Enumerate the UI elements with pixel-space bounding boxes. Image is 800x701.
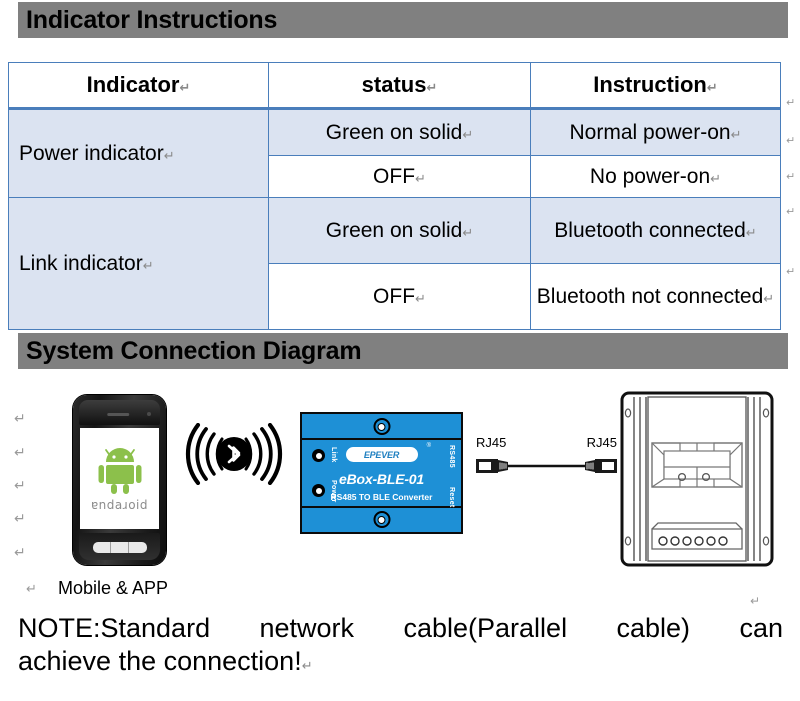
epever-brand-label: EPEVER [363, 449, 400, 460]
note-line-1: NOTE:Standard network cable(Parallel cab… [18, 613, 783, 643]
paragraph-mark-icon: ↵ [14, 511, 26, 527]
system-connection-diagram: ↵ ↵ ↵ ↵ ↵ ɐndaɹoid Link Power RS485 Rese… [0, 375, 800, 598]
phone-camera-icon [147, 412, 151, 416]
phone-top-bezel [79, 400, 160, 425]
indicator-instructions-table: Indicator↵ status↵ Instruction↵ Power in… [8, 62, 781, 330]
cell-instruction-link-on: Bluetooth connected↵ [530, 197, 781, 264]
paragraph-mark-icon: ↵ [426, 80, 438, 96]
note-text: NOTE:Standard network cable(Parallel cab… [18, 612, 783, 678]
paragraph-mark-icon: ↵ [301, 658, 313, 674]
cell-instruction-link-off-label: Bluetooth not connected [536, 284, 764, 308]
mobile-app-caption: Mobile & APP [58, 578, 169, 598]
note-line-2: achieve the connection!↵ [18, 645, 783, 678]
cell-instruction-power-on: Normal power-on↵ [530, 108, 781, 156]
cell-instruction-power-off: No power-on↵ [530, 155, 781, 198]
android-robot-icon [98, 447, 141, 494]
column-header-indicator-label: Indicator [86, 71, 180, 97]
phone-home-keys [92, 542, 147, 553]
phone-key [93, 542, 111, 553]
cell-indicator-power: Power indicator↵ [8, 108, 269, 198]
cell-instruction-link-on-label: Bluetooth connected [554, 218, 746, 242]
rj45-cable-illustration: RJ45 RJ45 [474, 435, 619, 485]
converter-divider-top [302, 438, 461, 440]
paragraph-mark-icon: ↵ [14, 545, 26, 561]
table-row: Link indicator↵ Green on solid↵ Bluetoot… [8, 197, 781, 330]
paragraph-mark-icon: ↵ [142, 258, 154, 274]
column-header-indicator: Indicator↵ [8, 62, 269, 110]
cell-status-link-off: OFF↵ [268, 263, 531, 330]
phone-key [129, 542, 146, 553]
paragraph-mark-icon: ↵ [462, 225, 474, 241]
column-header-instruction-label: Instruction [593, 71, 707, 97]
column-header-instruction: Instruction↵ [530, 62, 781, 110]
cell-instruction-power-off-label: No power-on [589, 164, 711, 188]
paragraph-mark-icon: ↵ [462, 127, 474, 143]
column-header-status: status↵ [268, 62, 531, 110]
cell-status-link-on: Green on solid↵ [268, 197, 531, 264]
link-led-label: Link [330, 447, 337, 463]
column-header-status-label: status [361, 71, 427, 97]
cell-status-power-on: Green on solid↵ [268, 108, 531, 156]
cell-status-power-off-label: OFF [373, 164, 416, 188]
phone-key [111, 542, 130, 553]
solar-charge-controller-icon [620, 391, 774, 567]
row-end-mark-icon: ↵ [786, 134, 796, 147]
row-end-mark-icon: ↵ [786, 265, 796, 278]
cell-status-link-on-label: Green on solid [325, 218, 463, 242]
android-wordmark: ɐndaɹoid [90, 497, 149, 512]
converter-screw-icon [373, 511, 390, 528]
paragraph-mark-icon: ↵ [163, 148, 175, 164]
row-end-mark-icon: ↵ [786, 170, 796, 183]
paragraph-mark-icon: ↵ [706, 80, 718, 96]
rs485-port-label: RS485 [448, 445, 455, 468]
epever-logo: EPEVER [345, 447, 418, 462]
trademark-symbol: ® [426, 443, 431, 449]
cell-instruction-link-off: Bluetooth not connected↵ [530, 263, 781, 330]
network-cable-icon [476, 459, 617, 473]
converter-model-label: eBox-BLE-01 [339, 471, 424, 487]
table-header-row: Indicator↵ status↵ Instruction↵ [8, 62, 781, 110]
section-header-system-connection-diagram: System Connection Diagram [18, 333, 788, 369]
paragraph-mark-icon: ↵ [179, 80, 191, 96]
cell-status-power-on-label: Green on solid [325, 120, 463, 144]
paragraph-mark-icon: ↵ [415, 291, 426, 307]
paragraph-mark-icon: ↵ [26, 582, 37, 597]
cell-instruction-power-on-label: Normal power-on [569, 120, 731, 144]
mobile-phone-illustration: ɐndaɹoid [73, 395, 166, 565]
converter-divider-bottom [302, 506, 461, 508]
table-row: Power indicator↵ Green on solid↵ Normal … [8, 108, 781, 198]
row-end-mark-icon: ↵ [786, 96, 796, 109]
cell-indicator-power-label: Power indicator [19, 141, 164, 165]
paragraph-mark-icon: ↵ [745, 225, 757, 241]
cell-indicator-link: Link indicator↵ [8, 197, 269, 330]
row-end-mark-icon: ↵ [786, 205, 796, 218]
section-title: System Connection Diagram [26, 336, 362, 365]
paragraph-mark-icon: ↵ [14, 411, 26, 427]
converter-screw-icon [373, 418, 390, 435]
paragraph-mark-icon: ↵ [415, 171, 426, 187]
cell-indicator-link-label: Link indicator [19, 251, 143, 275]
phone-screen: ɐndaɹoid [80, 428, 159, 529]
paragraph-mark-icon: ↵ [710, 171, 722, 187]
cell-status-link-off-label: OFF [373, 284, 416, 308]
converter-subtitle-label: RS485 TO BLE Converter [330, 492, 433, 502]
rj45-left-label: RJ45 [476, 435, 507, 450]
link-led-icon [312, 449, 325, 462]
paragraph-mark-icon: ↵ [14, 478, 26, 494]
paragraph-mark-icon: ↵ [14, 445, 26, 461]
note-line-2-text: achieve the connection! [18, 645, 302, 676]
paragraph-mark-icon: ↵ [763, 291, 775, 307]
ebox-ble-converter-illustration: Link Power RS485 Reset EPEVER ® eBox-BLE… [300, 412, 463, 534]
cell-status-power-off: OFF↵ [268, 155, 531, 198]
page-title: Indicator Instructions [26, 5, 278, 34]
rj45-right-label: RJ45 [586, 435, 617, 450]
section-header-indicator-instructions: Indicator Instructions [18, 2, 788, 38]
paragraph-mark-icon: ↵ [730, 127, 742, 143]
paragraph-mark-icon: ↵ [750, 594, 761, 608]
bluetooth-wireless-icon [185, 423, 283, 485]
phone-speaker-icon [106, 413, 129, 416]
